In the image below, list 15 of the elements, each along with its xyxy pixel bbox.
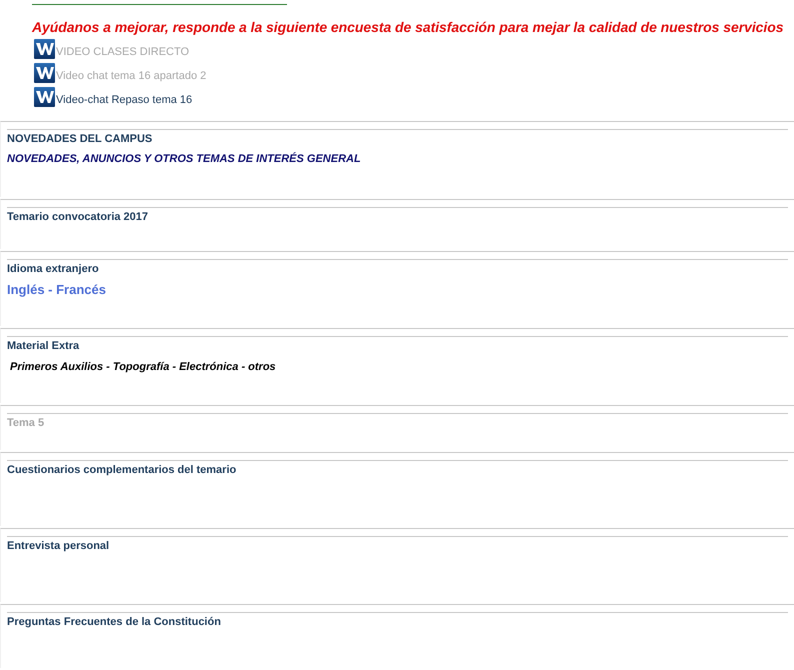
- section-title[interactable]: Material Extra: [7, 340, 788, 352]
- section-title[interactable]: Cuestionarios complementarios del temario: [7, 464, 788, 476]
- resource-link[interactable]: Video-chat Repaso tema 16: [56, 94, 192, 107]
- section-subtitle: NOVEDADES, ANUNCIOS Y OTROS TEMAS DE INTERÉS GENERAL: [7, 153, 362, 165]
- section-title[interactable]: Idioma extranjero: [7, 263, 788, 275]
- word-document-icon: [34, 87, 55, 107]
- word-document-icon: [34, 39, 55, 59]
- section-link[interactable]: Inglés - Francés: [7, 282, 788, 297]
- section-title[interactable]: NOVEDADES DEL CAMPUS: [7, 133, 788, 145]
- survey-banner[interactable]: Ayúdanos a mejorar, responde a la siguiente encuesta de satisfacción para mejar la calidad de nuestros servicios: [32, 19, 794, 35]
- word-document-icon: [34, 63, 55, 83]
- section-title[interactable]: Preguntas Frecuentes de la Constitución: [7, 616, 788, 628]
- section-subtitle: Primeros Auxilios - Topografía - Electrónica - otros: [9, 361, 277, 373]
- section-title[interactable]: Temario convocatoria 2017: [7, 211, 788, 223]
- section-title[interactable]: Entrevista personal: [7, 540, 788, 552]
